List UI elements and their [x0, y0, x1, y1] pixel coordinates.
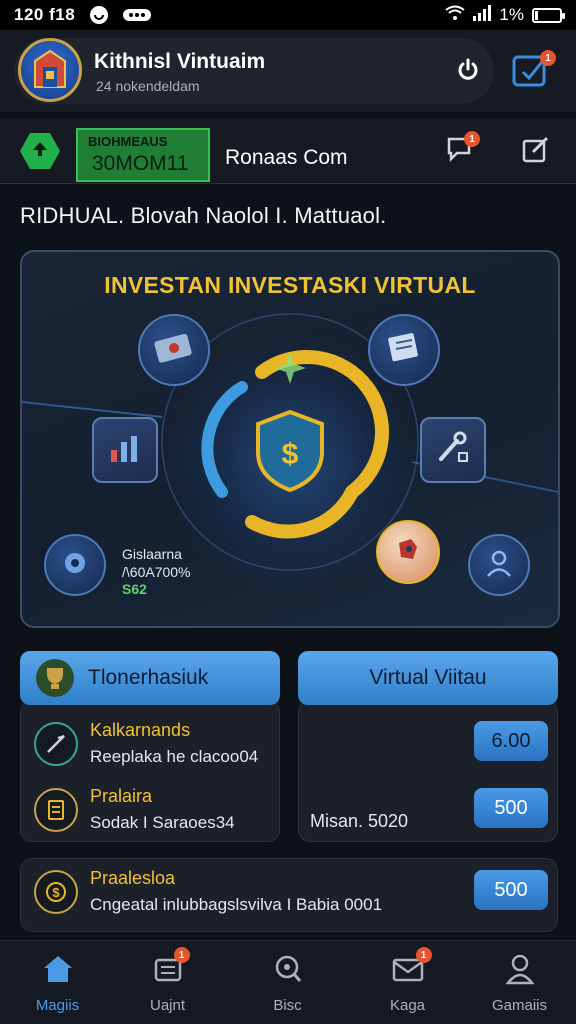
ledger-icon — [34, 787, 78, 832]
tile-chart[interactable] — [92, 417, 158, 483]
tile-tool[interactable] — [420, 417, 486, 483]
battery-icon — [532, 7, 565, 23]
hero-card[interactable]: INVESTAN INVESTASKI VIRTUAL $ Gislaarna … — [20, 250, 560, 628]
nav-label: Magiis — [35, 997, 80, 1014]
nav-label: Bisc — [273, 997, 302, 1014]
list-item-subtitle: Reeplaka he clacoo04 — [90, 747, 259, 766]
chat-badge: 1 — [464, 131, 480, 147]
home-icon — [38, 951, 78, 987]
list-item[interactable]: $ Praalesloa Cngeatal inlubbagslsvilva I… — [34, 868, 382, 915]
nav-label: Gamaiis — [491, 997, 547, 1014]
app-header: Kithnisl Vintuaim 24 nokendeldam 1 — [0, 30, 576, 112]
orb-money[interactable] — [138, 314, 210, 386]
notification-icon — [89, 5, 109, 25]
bottom-nav: Magiis 1 Uajnt Bisc 1 Kaga Gamaiis — [0, 940, 576, 1024]
user-icon — [483, 547, 515, 584]
money-icon — [154, 331, 194, 370]
balance-box[interactable]: BIOHMEAUS 30MOM11 — [76, 128, 210, 182]
left-panel-title: Tlonerhasiuk — [88, 666, 209, 689]
orb-user[interactable] — [468, 534, 530, 596]
wrench-icon — [435, 431, 471, 470]
trophy-icon — [36, 659, 74, 697]
status-bar: 120 f18 1% — [0, 0, 576, 30]
svg-text:$: $ — [52, 885, 60, 900]
room-title: Ronaas Com — [225, 146, 348, 169]
nav-messages[interactable]: 1 Uajnt — [110, 941, 225, 1024]
compose-icon — [521, 134, 551, 169]
left-panel-header[interactable]: Tlonerhasiuk — [20, 651, 280, 705]
gear-icon — [58, 546, 92, 585]
list-item-subtitle: Sodak I Saraoes34 — [90, 813, 235, 832]
hero-stats: Gislaarna /\60A700% S62 — [122, 546, 191, 597]
nav-mail[interactable]: 1 Kaga — [350, 941, 465, 1024]
nav-label: Kaga — [389, 997, 426, 1014]
withdraw-button[interactable]: 500 — [474, 870, 548, 910]
map-icon — [391, 533, 425, 572]
refresh-button[interactable] — [448, 52, 488, 92]
nav-profile[interactable]: Gamaiis — [462, 941, 576, 1024]
nav-search[interactable]: Bisc — [230, 941, 345, 1024]
edit-button[interactable]: 1 — [506, 48, 556, 96]
compose-button[interactable] — [518, 133, 554, 169]
orb-settings[interactable] — [44, 534, 106, 596]
app-title: Kithnisl Vintuaim — [94, 50, 266, 73]
right-panel-header[interactable]: Virtual Viitau — [298, 651, 558, 705]
balance-label: BIOHMEAUS — [88, 134, 168, 149]
document-icon — [384, 331, 424, 370]
edit-badge: 1 — [540, 50, 556, 66]
mail-icon: 1 — [388, 947, 432, 987]
avatar[interactable] — [18, 38, 82, 102]
chat-button[interactable]: 1 — [442, 131, 480, 169]
power-icon — [455, 57, 481, 88]
right-panel-note: Misan. 5020 — [310, 811, 409, 831]
battery-percent: 1% — [499, 5, 524, 24]
list-item-title: Pralaira — [90, 786, 153, 806]
hero-stats-value: /\60A700% — [122, 564, 191, 580]
orb-map[interactable] — [376, 520, 440, 584]
nav-badge: 1 — [415, 947, 432, 963]
message-icon: 1 — [148, 947, 190, 987]
list-item-subtitle: Cngeatal inlubbagslsvilva I Babia 0001 — [90, 895, 383, 914]
list-item[interactable]: Pralaira Sodak I Saraoes34 — [34, 786, 235, 833]
amount-button[interactable]: 6.00 — [474, 721, 548, 761]
wifi-icon — [445, 5, 466, 26]
more-dots-icon — [123, 8, 152, 22]
headline: RIDHUAL. Blovah Naolol I. Mattuaol. — [20, 203, 387, 228]
bar-chart-icon — [107, 432, 143, 469]
orb-document[interactable] — [368, 314, 440, 386]
sub-header: BIOHMEAUS 30MOM11 Ronaas Com 1 — [0, 118, 576, 184]
list-item[interactable]: Kalkarnands Reeplaka he clacoo04 — [34, 720, 258, 767]
app-subtitle: 24 nokendeldam — [96, 78, 200, 94]
profile-icon — [500, 951, 540, 987]
invest-button[interactable]: 500 — [474, 788, 548, 828]
svg-text:$: $ — [282, 438, 299, 471]
nav-home[interactable]: Magiis — [0, 941, 115, 1024]
dollar-coin-icon: $ — [34, 869, 78, 914]
signal-icon — [473, 4, 492, 26]
hero-stats-label: Gislaarna — [122, 546, 182, 562]
compass-icon — [34, 721, 78, 766]
search-icon — [268, 951, 308, 987]
upload-button[interactable] — [20, 133, 60, 169]
list-item-title: Praalesloa — [90, 868, 176, 888]
hero-stats-green: S62 — [122, 581, 147, 597]
nav-label: Uajnt — [149, 997, 186, 1014]
balance-value: 30MOM11 — [92, 152, 189, 175]
nav-badge: 1 — [173, 947, 190, 963]
arrow-up-icon — [31, 140, 49, 163]
status-time: 120 f18 — [14, 5, 76, 24]
list-item-title: Kalkarnands — [90, 720, 191, 740]
